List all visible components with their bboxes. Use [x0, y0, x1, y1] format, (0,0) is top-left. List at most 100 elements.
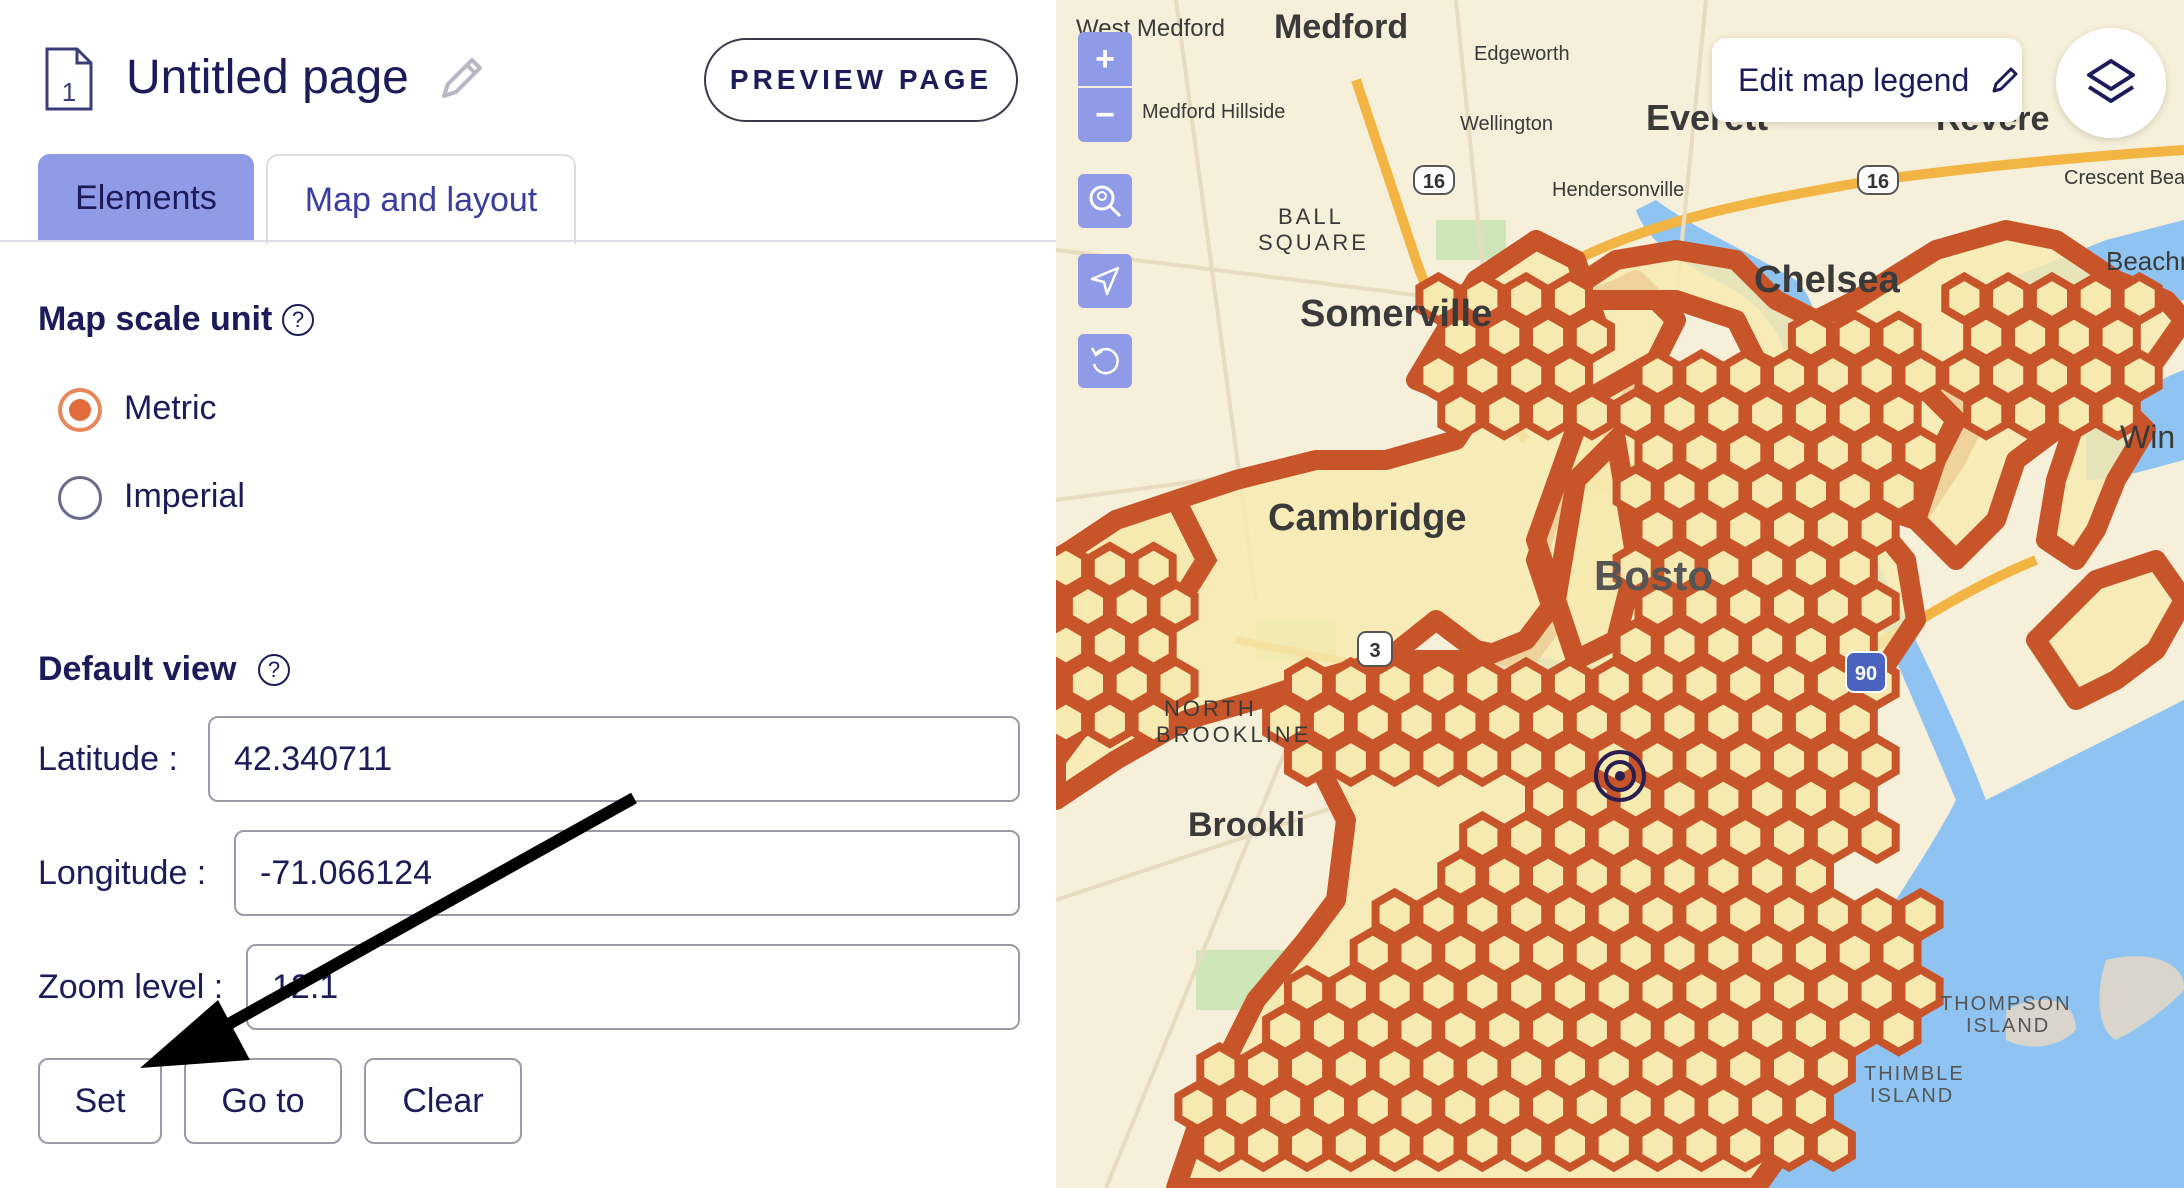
hexagon-cell — [1393, 1003, 1440, 1057]
hexagon-cell — [1787, 1003, 1834, 1057]
zoom-level-label: Zoom level : — [38, 968, 224, 1006]
hexagon-cell — [1568, 926, 1615, 980]
tab-map-and-layout[interactable]: Map and layout — [266, 154, 576, 244]
hexagon-cell — [1809, 425, 1856, 480]
hexagon-cell — [1503, 887, 1550, 942]
hexagon-cell — [1700, 772, 1747, 826]
hexagon-cell — [2050, 387, 2097, 441]
metric-radio[interactable] — [58, 388, 102, 432]
hexagon-cell — [1459, 733, 1506, 788]
hexagon-cell — [1678, 425, 1725, 480]
preview-page-button[interactable]: PREVIEW PAGE — [704, 38, 1018, 122]
map-scale-help-icon[interactable]: ? — [282, 304, 314, 336]
latitude-input[interactable]: 42.340711 — [208, 716, 1020, 802]
hexagon-cell — [1086, 618, 1133, 672]
hexagon-cell — [2007, 310, 2054, 364]
hexagon-cell — [1722, 425, 1769, 480]
hexagon-cell — [1787, 926, 1834, 980]
hexagon-cell — [1766, 810, 1813, 865]
search-location-button[interactable] — [1078, 174, 1132, 228]
hexagon-cell — [1853, 964, 1900, 1019]
reset-view-button[interactable] — [1078, 334, 1132, 388]
hexagon-cell — [1831, 772, 1878, 826]
hexagon-cell — [1305, 695, 1352, 749]
route-90-label: 90 — [1855, 663, 1877, 685]
hexagon-cell — [1459, 964, 1506, 1019]
hexagon-cell — [1744, 926, 1791, 980]
map-layers-button[interactable] — [2056, 28, 2166, 138]
hexagon-cell — [1108, 656, 1155, 711]
place-label-thimble-island-2: ISLAND — [1870, 1085, 1954, 1107]
hexagon-cell — [1853, 733, 1900, 788]
hexagon-cell — [1634, 964, 1681, 1019]
hexagon-cell — [1678, 887, 1725, 942]
hexagon-cell — [1722, 733, 1769, 788]
hexagon-cell — [1590, 656, 1637, 711]
zoom-in-button[interactable]: + — [1078, 32, 1132, 86]
hexagon-cell — [1612, 926, 1659, 980]
hexagon-cell — [1503, 733, 1550, 788]
hexagon-cell — [1590, 1118, 1637, 1173]
hexagon-cell — [1481, 1003, 1528, 1057]
route-16-label-b: 16 — [1867, 171, 1889, 193]
hexagon-cell — [1722, 964, 1769, 1019]
hexagon-cell — [1678, 1118, 1725, 1173]
hexagon-cell — [1086, 541, 1133, 595]
zoom-level-input[interactable]: 12.1 — [246, 944, 1020, 1030]
hexagon-cell — [1766, 425, 1813, 480]
hexagon-cell — [1875, 926, 1922, 980]
edit-map-legend-button[interactable]: Edit map legend — [1712, 38, 2022, 122]
hexagon-cell — [1678, 964, 1725, 1019]
hexagon-cell — [1875, 464, 1922, 518]
place-label-brookline: Brookli — [1188, 806, 1305, 844]
hexagon-cell — [1568, 310, 1615, 364]
layers-icon — [2087, 59, 2135, 103]
hexagon-cell — [1371, 1041, 1418, 1096]
hexagon-cell — [1568, 1080, 1615, 1134]
hexagon-cell — [2050, 310, 2097, 364]
navigation-arrow-icon — [1090, 266, 1120, 296]
hexagon-cell — [1218, 1080, 1265, 1134]
hexagon-cell — [1831, 310, 1878, 364]
hexagon-cell — [1831, 541, 1878, 595]
hexagon-cell — [1722, 1041, 1769, 1096]
set-button[interactable]: Set — [38, 1058, 162, 1144]
hexagon-cell — [1568, 695, 1615, 749]
hexagon-cell — [1284, 964, 1331, 1019]
hexagon-cell — [1525, 926, 1572, 980]
hexagon-cell — [1678, 810, 1725, 865]
hexagon-cell — [1656, 926, 1703, 980]
hexagon-cell — [1568, 387, 1615, 441]
imperial-radio[interactable] — [58, 476, 102, 520]
hexagon-cell — [2094, 310, 2141, 364]
hexagon-cell — [1831, 695, 1878, 749]
hexagon-cell — [1546, 887, 1593, 942]
edit-map-legend-label: Edit map legend — [1738, 61, 1970, 98]
hexagon-cell — [1546, 1118, 1593, 1173]
hexagon-cell — [1853, 887, 1900, 942]
locate-me-button[interactable] — [1078, 254, 1132, 308]
hexagon-cell — [1546, 1041, 1593, 1096]
hexagon-cell — [1481, 695, 1528, 749]
hexagon-cell — [1152, 579, 1199, 634]
hexagon-cell — [2028, 348, 2075, 403]
hexagon-cell — [1349, 695, 1396, 749]
hexagon-cell — [1174, 1080, 1221, 1134]
default-view-help-icon[interactable]: ? — [258, 654, 290, 686]
hexagon-cell — [1056, 695, 1090, 749]
zoom-out-button[interactable]: − — [1078, 88, 1132, 142]
clear-button[interactable]: Clear — [364, 1058, 522, 1144]
hexagon-cell — [1766, 656, 1813, 711]
longitude-input[interactable]: -71.066124 — [234, 830, 1020, 916]
map-canvas[interactable]: 16 16 3 90 West Medford Medford Edgewort… — [1056, 0, 2184, 1188]
hexagon-cell — [1985, 348, 2032, 403]
tab-elements[interactable]: Elements — [38, 154, 254, 242]
hexagon-cell — [1744, 1003, 1791, 1057]
go-to-button[interactable]: Go to — [184, 1058, 342, 1144]
hexagon-cell — [1525, 695, 1572, 749]
hexagon-cell — [1503, 1041, 1550, 1096]
edit-title-pencil-icon[interactable] — [436, 52, 488, 104]
hexagon-cell — [1809, 348, 1856, 403]
hexagon-cell — [1459, 348, 1506, 403]
hexagon-cell — [1744, 1080, 1791, 1134]
